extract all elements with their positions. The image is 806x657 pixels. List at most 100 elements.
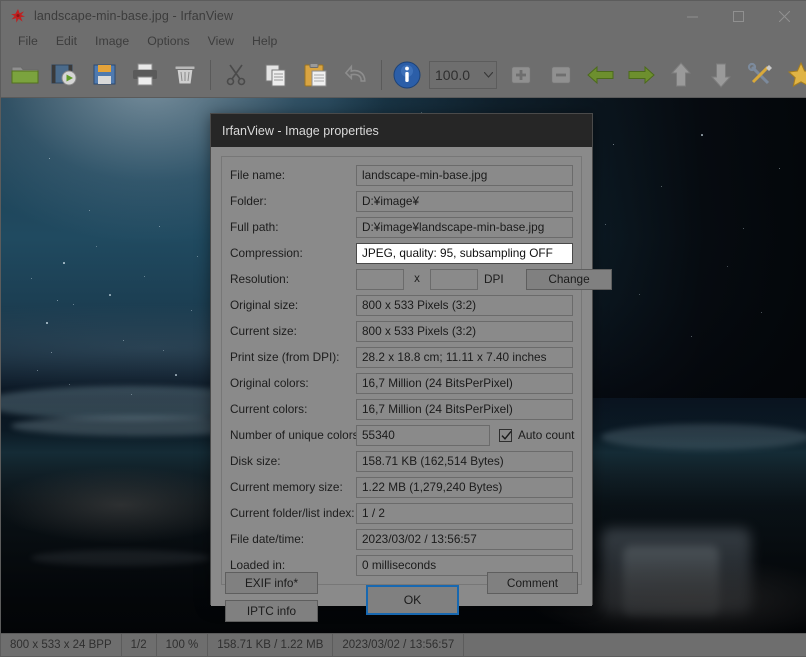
field-label: File date/time: (230, 532, 305, 546)
resolution-height-input[interactable] (430, 268, 478, 290)
close-icon[interactable] (761, 1, 806, 31)
status-dimensions: 800 x 533 x 24 BPP (1, 633, 122, 657)
resolution-unit-label: DPI (484, 272, 504, 286)
slideshow-icon[interactable] (45, 55, 85, 95)
status-zoom: 100 % (157, 633, 209, 657)
full-path-field[interactable]: D:¥image¥landscape-min-base.jpg (356, 216, 573, 238)
exif-info-button[interactable]: EXIF info* (225, 572, 318, 594)
disk-size-field[interactable]: 158.71 KB (162,514 Bytes) (356, 450, 573, 472)
last-icon[interactable] (701, 55, 741, 95)
field-row-resolution: Resolution: x DPI Change (230, 268, 612, 290)
menubar: File Edit Image Options View Help (1, 31, 806, 52)
zoom-level-combobox[interactable]: 100.0 (429, 60, 497, 89)
dialog-title: IrfanView - Image properties (222, 123, 379, 138)
folder-field[interactable]: D:¥image¥ (356, 190, 573, 212)
ok-button[interactable]: OK (366, 585, 459, 615)
save-icon[interactable] (85, 55, 125, 95)
field-label: Number of unique colors: (230, 428, 362, 442)
status-size: 158.71 KB / 1.22 MB (208, 633, 334, 657)
resolution-width-input[interactable] (356, 268, 404, 290)
current-size-field[interactable]: 800 x 533 Pixels (3:2) (356, 320, 573, 342)
print-size-field[interactable]: 28.2 x 18.8 cm; 11.11 x 7.40 inches (356, 346, 573, 368)
comment-button[interactable]: Comment (487, 572, 578, 594)
minimize-icon[interactable] (669, 1, 715, 31)
print-icon[interactable] (125, 55, 165, 95)
menu-item-file[interactable]: File (9, 32, 47, 51)
auto-count-checkbox[interactable] (499, 428, 512, 442)
field-row-current-size: Current size: 800 x 533 Pixels (3:2) (230, 320, 573, 342)
field-label: Current colors: (230, 402, 308, 416)
image-properties-dialog: IrfanView - Image properties File name: … (210, 113, 612, 622)
field-row-full-path: Full path: D:¥image¥landscape-min-base.j… (230, 216, 573, 238)
toolbar-separator (381, 59, 382, 90)
field-row-memory-size: Current memory size: 1.22 MB (1,279,240 … (230, 476, 573, 498)
current-colors-field[interactable]: 16,7 Million (24 BitsPerPixel) (356, 398, 573, 420)
field-row-folder: Folder: D:¥image¥ (230, 190, 573, 212)
paste-icon[interactable] (296, 55, 336, 95)
info-icon[interactable] (387, 55, 427, 95)
menu-item-edit[interactable]: Edit (47, 32, 86, 51)
window-title: landscape-min-base.jpg - IrfanView (34, 9, 234, 23)
field-label: Current size: (230, 324, 297, 338)
field-label: File name: (230, 168, 286, 182)
field-row-list-index: Current folder/list index: 1 / 2 (230, 502, 573, 524)
menu-item-image[interactable]: Image (86, 32, 138, 51)
field-label: Current memory size: (230, 480, 343, 494)
file-name-field[interactable]: landscape-min-base.jpg (356, 164, 573, 186)
auto-count-label: Auto count (518, 428, 575, 442)
current-memory-size-field[interactable]: 1.22 MB (1,279,240 Bytes) (356, 476, 573, 498)
copy-icon[interactable] (256, 55, 296, 95)
file-date-time-field[interactable]: 2023/03/02 / 13:56:57 (356, 528, 573, 550)
maximize-icon[interactable] (715, 1, 761, 31)
field-label: Full path: (230, 220, 279, 234)
open-folder-icon[interactable] (5, 55, 45, 95)
menu-item-view[interactable]: View (199, 32, 243, 51)
toolbar: 100.0 (1, 52, 806, 98)
folder-list-index-field[interactable]: 1 / 2 (356, 502, 573, 524)
field-label: Disk size: (230, 454, 281, 468)
field-row-original-colors: Original colors: 16,7 Million (24 BitsPe… (230, 372, 573, 394)
field-label: Print size (from DPI): (230, 350, 340, 364)
field-row-print-size: Print size (from DPI): 28.2 x 18.8 cm; 1… (230, 346, 573, 368)
field-row-compression: Compression: JPEG, quality: 95, subsampl… (230, 242, 573, 264)
first-icon[interactable] (661, 55, 701, 95)
original-colors-field[interactable]: 16,7 Million (24 BitsPerPixel) (356, 372, 573, 394)
iptc-info-button[interactable]: IPTC info (225, 600, 318, 622)
field-row-original-size: Original size: 800 x 533 Pixels (3:2) (230, 294, 573, 316)
checkmark-icon (501, 430, 512, 440)
cut-icon[interactable] (216, 55, 256, 95)
dialog-titlebar: IrfanView - Image properties (211, 114, 592, 147)
field-row-file-date: File date/time: 2023/03/02 / 13:56:57 (230, 528, 573, 550)
window-controls (669, 1, 806, 31)
irfanview-logo-icon (10, 8, 26, 24)
field-label: Resolution: (230, 272, 290, 286)
dialog-body: File name: landscape-min-base.jpg Folder… (211, 147, 612, 622)
compression-field[interactable]: JPEG, quality: 95, subsampling OFF (356, 242, 573, 264)
status-index: 1/2 (122, 633, 157, 657)
menu-item-help[interactable]: Help (243, 32, 286, 51)
toolbar-separator (210, 59, 211, 90)
auto-count-checkbox-wrap[interactable]: Auto count (499, 428, 574, 442)
zoom-in-icon[interactable] (501, 55, 541, 95)
favorites-icon[interactable] (781, 55, 806, 95)
previous-icon[interactable] (581, 55, 621, 95)
status-datetime: 2023/03/02 / 13:56:57 (333, 633, 465, 657)
field-label: Compression: (230, 246, 303, 260)
field-label: Folder: (230, 194, 267, 208)
delete-icon[interactable] (165, 55, 205, 95)
original-size-field[interactable]: 800 x 533 Pixels (3:2) (356, 294, 573, 316)
next-icon[interactable] (621, 55, 661, 95)
unique-colors-field[interactable]: 55340 (356, 424, 490, 446)
field-row-unique-colors: Number of unique colors: 55340 Auto coun… (230, 424, 574, 446)
change-resolution-button[interactable]: Change (526, 268, 612, 290)
irfanview-window: landscape-min-base.jpg - IrfanView File … (0, 0, 806, 657)
menu-item-options[interactable]: Options (138, 32, 198, 51)
properties-group: File name: landscape-min-base.jpg Folder… (221, 156, 612, 585)
field-label: Original colors: (230, 376, 309, 390)
resolution-separator: x (414, 273, 420, 285)
undo-icon[interactable] (336, 55, 376, 95)
chevron-down-icon[interactable] (481, 71, 496, 78)
zoom-out-icon[interactable] (541, 55, 581, 95)
field-row-current-colors: Current colors: 16,7 Million (24 BitsPer… (230, 398, 573, 420)
settings-icon[interactable] (741, 55, 781, 95)
